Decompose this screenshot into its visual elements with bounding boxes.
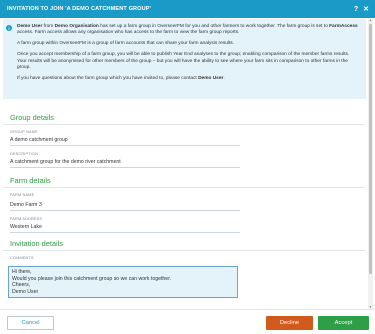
section-title-farm-details: Farm details [10, 176, 51, 185]
contact-name: Demo User [198, 75, 224, 81]
farm-address-value: Western Lake [10, 224, 42, 230]
comments-textarea[interactable]: Hi there, Would you please join this cat… [8, 266, 238, 298]
comment-line: Cheers, [12, 282, 31, 289]
info-box: i Demo User from Demo Organisation has s… [3, 19, 366, 99]
modal-footer: Cancel Decline Accept [0, 309, 375, 334]
field-underline [10, 232, 240, 233]
info-text-segment: . [223, 75, 225, 81]
info-paragraph-definition: A farm group within OverseerFM is a grou… [17, 41, 235, 47]
inviter-organisation: Demo Organisation [54, 24, 99, 29]
info-text-segment: access. Farm access allows any organisat… [17, 30, 240, 36]
info-paragraph-membership: Once you accept membership of a farm gro… [17, 52, 350, 71]
info-text-segment: from [42, 24, 55, 29]
help-icon[interactable]: ? [351, 6, 361, 13]
section-divider [3, 250, 365, 251]
section-divider [3, 187, 365, 188]
farm-name-value: Demo Farm 3 [10, 202, 42, 208]
farm-name-label: FARM NAME [10, 193, 35, 197]
field-underline [10, 145, 240, 146]
field-underline [10, 167, 240, 168]
section-title-invitation-details: Invitation details [10, 239, 63, 248]
cancel-button[interactable]: Cancel [7, 316, 54, 330]
info-text: Demo User from Demo Organisation has set… [17, 24, 358, 82]
accept-button[interactable]: Accept [318, 316, 369, 330]
info-paragraph-contact: If you have questions about the farm gro… [17, 76, 358, 82]
field-underline [10, 210, 240, 211]
group-name-label: GROUP NAME [10, 130, 38, 134]
info-text-segment: If you have questions about the farm gro… [17, 75, 199, 81]
info-icon: i [6, 25, 12, 31]
comment-line: Demo User [12, 288, 39, 295]
info-text-segment: has set up a farm group in OverseerFM fo… [98, 24, 330, 29]
farm-address-label: FARM ADDRESS [10, 217, 43, 221]
decline-button[interactable]: Decline [266, 316, 313, 330]
comments-label: COMMENTS [10, 256, 34, 260]
vertical-scrollbar[interactable]: ▲ ▼ [368, 18, 373, 310]
scrollbar-thumb[interactable] [369, 24, 372, 274]
comment-line: Hi there, [12, 269, 32, 275]
group-description-label: DESCRIPTION [10, 152, 39, 156]
modal-title: INVITATION TO JOIN 'A DEMO CATCHMENT GRO… [7, 6, 152, 12]
scroll-up-arrow-icon[interactable]: ▲ [368, 18, 373, 23]
modal-header: INVITATION TO JOIN 'A DEMO CATCHMENT GRO… [0, 0, 375, 18]
close-icon[interactable]: ✕ [361, 5, 371, 13]
section-divider [3, 124, 365, 125]
info-paragraph-intro: Demo User from Demo Organisation has set… [17, 24, 358, 37]
access-type: FarmAccess [329, 24, 358, 29]
inviter-name: Demo User [17, 24, 43, 29]
group-name-value: A demo catchment group [10, 137, 68, 143]
section-title-group-details: Group details [10, 113, 54, 122]
group-description-value: A catchment group for the demo river cat… [10, 159, 121, 165]
comment-line: Would you please join this catchment gro… [12, 275, 172, 282]
